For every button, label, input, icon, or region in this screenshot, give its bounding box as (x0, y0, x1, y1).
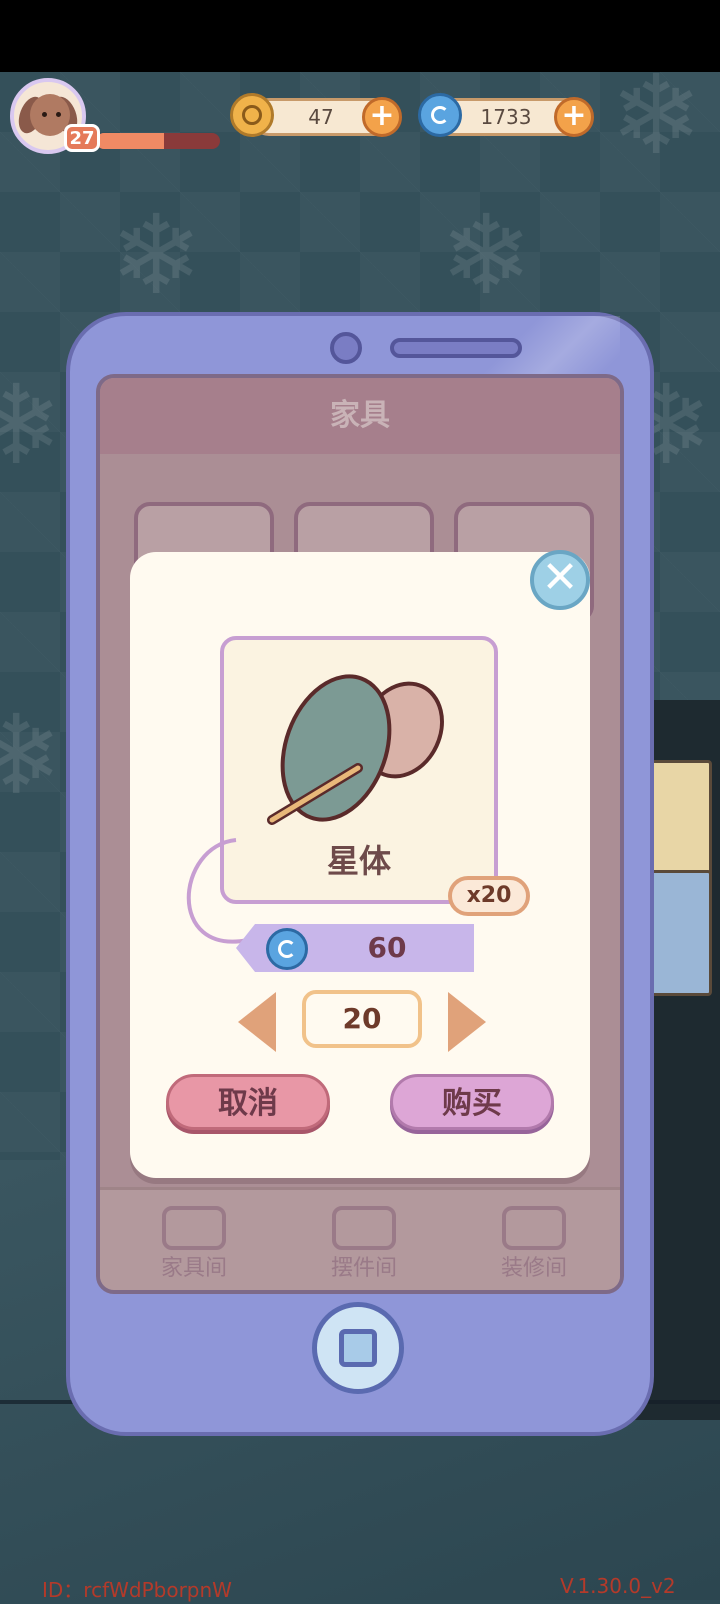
tile-icon (502, 1206, 566, 1250)
cancel-button[interactable]: 取消 (166, 1074, 330, 1130)
swirl-gem-icon (418, 93, 462, 137)
dog-eye (42, 112, 47, 117)
buy-button[interactable]: 购买 (390, 1074, 554, 1130)
screen-header: 家具 (100, 378, 620, 454)
item-image (267, 674, 444, 825)
camera-icon (330, 332, 362, 364)
quantity-field[interactable]: 20 (302, 990, 422, 1048)
category-nav: 家具间 摆件间 装修间 (100, 1187, 620, 1290)
speaker-slot (390, 338, 522, 358)
dog-eye (56, 112, 61, 117)
price-value: 60 (367, 931, 407, 964)
screen-title: 家具 (330, 398, 390, 433)
home-button[interactable] (312, 1302, 404, 1394)
snowflake-icon: ❄ (110, 191, 203, 319)
player-id: ID：rcfWdPborpnW (42, 1578, 232, 1602)
snowflake-icon: ❄ (440, 191, 533, 319)
coin-icon (230, 93, 274, 137)
sofa-icon (162, 1206, 226, 1250)
bundle-quantity-badge: x20 (448, 876, 530, 916)
snowflake-icon: ❄ (0, 361, 63, 489)
add-coins-button[interactable]: + (362, 97, 402, 137)
level-badge: 27 (64, 124, 100, 152)
cup-icon (332, 1206, 396, 1250)
tab-decoration-room[interactable]: 装修间 (474, 1250, 594, 1282)
close-button[interactable]: ✕ (530, 550, 590, 610)
xp-bar (96, 133, 220, 149)
version-label: V.1.30.0_v2 (560, 1574, 676, 1598)
home-square-icon (339, 1329, 377, 1367)
add-gems-button[interactable]: + (554, 97, 594, 137)
gem-count: 1733 (480, 105, 532, 129)
coin-count: 47 (308, 105, 334, 129)
snowflake-icon: ❄ (0, 691, 63, 819)
decrease-quantity-button[interactable] (238, 992, 276, 1052)
tab-furniture-room[interactable]: 家具间 (134, 1250, 254, 1282)
snowflake-icon: ❄ (610, 51, 703, 179)
increase-quantity-button[interactable] (448, 992, 486, 1052)
xp-fill (96, 133, 165, 149)
tab-ornament-room[interactable]: 摆件间 (304, 1250, 424, 1282)
